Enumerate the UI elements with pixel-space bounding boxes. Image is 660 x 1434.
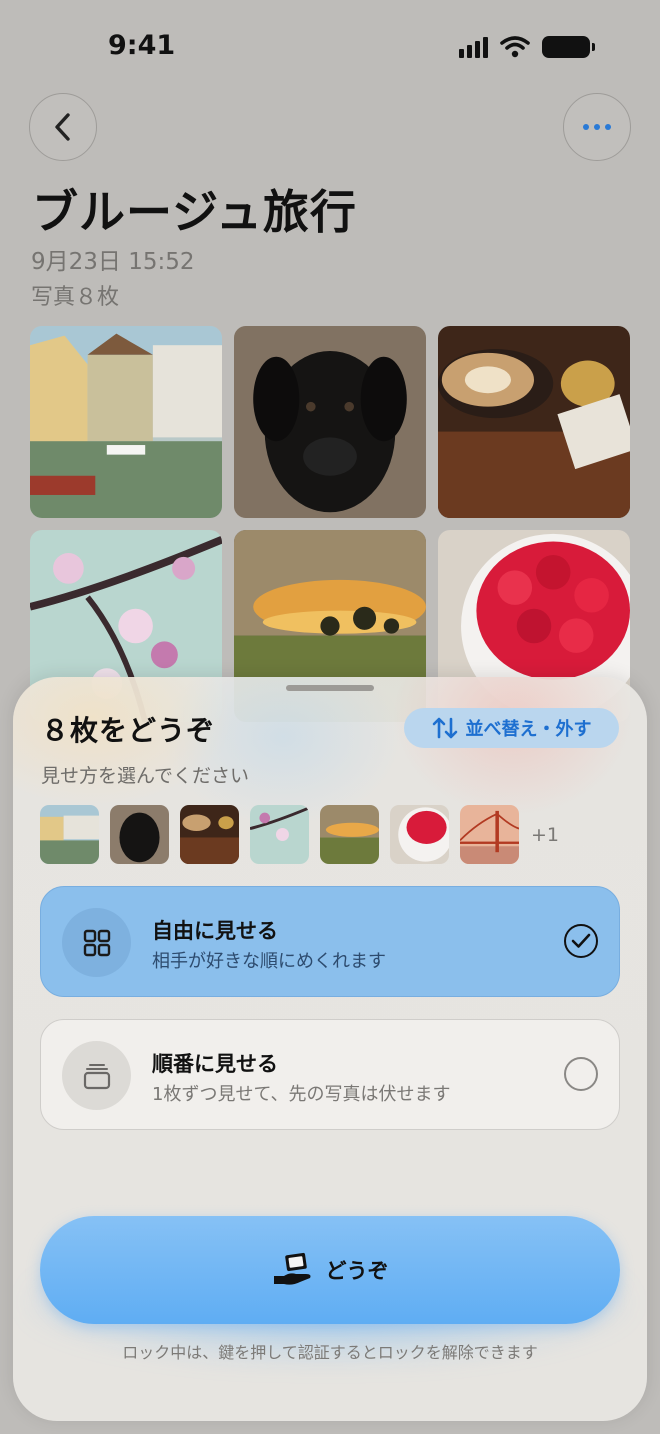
card-stack-icon <box>83 1063 110 1089</box>
photo-canal[interactable] <box>30 326 222 518</box>
more-button[interactable] <box>563 93 631 161</box>
reorder-remove-button[interactable]: 並べ替え・外す <box>404 708 619 748</box>
lock-footnote: ロック中は、鍵を押して認証するとロックを解除できます <box>122 1343 538 1362</box>
radio-unselected-icon <box>564 1057 598 1091</box>
hand-offering-icon <box>273 1252 310 1285</box>
album-date: 9月23日 15:52 <box>31 249 195 275</box>
sheet-grabber[interactable] <box>286 685 374 691</box>
album-photo-count: 写真８枚 <box>31 285 120 310</box>
photo-coffee[interactable] <box>438 326 630 518</box>
share-sheet: ８枚をどうぞ 並べ替え・外す 見せ方を選んでください +1 自由に見せる 相手が… <box>13 677 647 1421</box>
back-button[interactable] <box>29 93 97 161</box>
battery-icon <box>542 36 595 58</box>
thumbnail-sunset[interactable] <box>320 805 379 864</box>
checkmark-selected-icon <box>564 924 598 958</box>
thumbnail-bridge[interactable] <box>460 805 519 864</box>
option-sequential-title: 順番に見せる <box>152 1052 278 1076</box>
thumbnail-canal[interactable] <box>40 805 99 864</box>
sort-arrows-icon <box>432 717 457 739</box>
option-sequential-description: 1枚ずつ見せて、先の写真は伏せます <box>152 1084 451 1105</box>
thumbnail-coffee[interactable] <box>180 805 239 864</box>
more-count: +1 <box>531 823 560 846</box>
status-bar: 9:41 <box>0 0 660 90</box>
photo-dog[interactable] <box>234 326 426 518</box>
thumbnail-raspberries[interactable] <box>390 805 449 864</box>
ellipsis-icon <box>583 124 611 130</box>
reorder-remove-label: 並べ替え・外す <box>465 719 592 740</box>
status-time: 9:41 <box>108 30 176 61</box>
album-title: ブルージュ旅行 <box>32 185 357 239</box>
give-button[interactable]: どうぞ <box>40 1216 620 1324</box>
thumbnail-blossom[interactable] <box>250 805 309 864</box>
thumbnail-dog[interactable] <box>110 805 169 864</box>
sheet-title: ８枚をどうぞ <box>41 714 216 747</box>
option-free-title: 自由に見せる <box>152 919 278 943</box>
status-icons <box>459 36 595 58</box>
wifi-icon <box>500 36 530 58</box>
option-free-description: 相手が好きな順にめくれます <box>152 951 386 972</box>
give-button-label: どうぞ <box>325 1259 389 1283</box>
option-sequential-view[interactable]: 順番に見せる 1枚ずつ見せて、先の写真は伏せます <box>40 1019 620 1130</box>
selected-thumbnails: +1 <box>40 805 559 864</box>
cellular-signal-icon <box>459 36 488 58</box>
chevron-left-icon <box>55 113 70 141</box>
grid-icon <box>83 929 110 956</box>
sheet-subtitle: 見せ方を選んでください <box>41 765 250 787</box>
option-free-view[interactable]: 自由に見せる 相手が好きな順にめくれます <box>40 886 620 997</box>
